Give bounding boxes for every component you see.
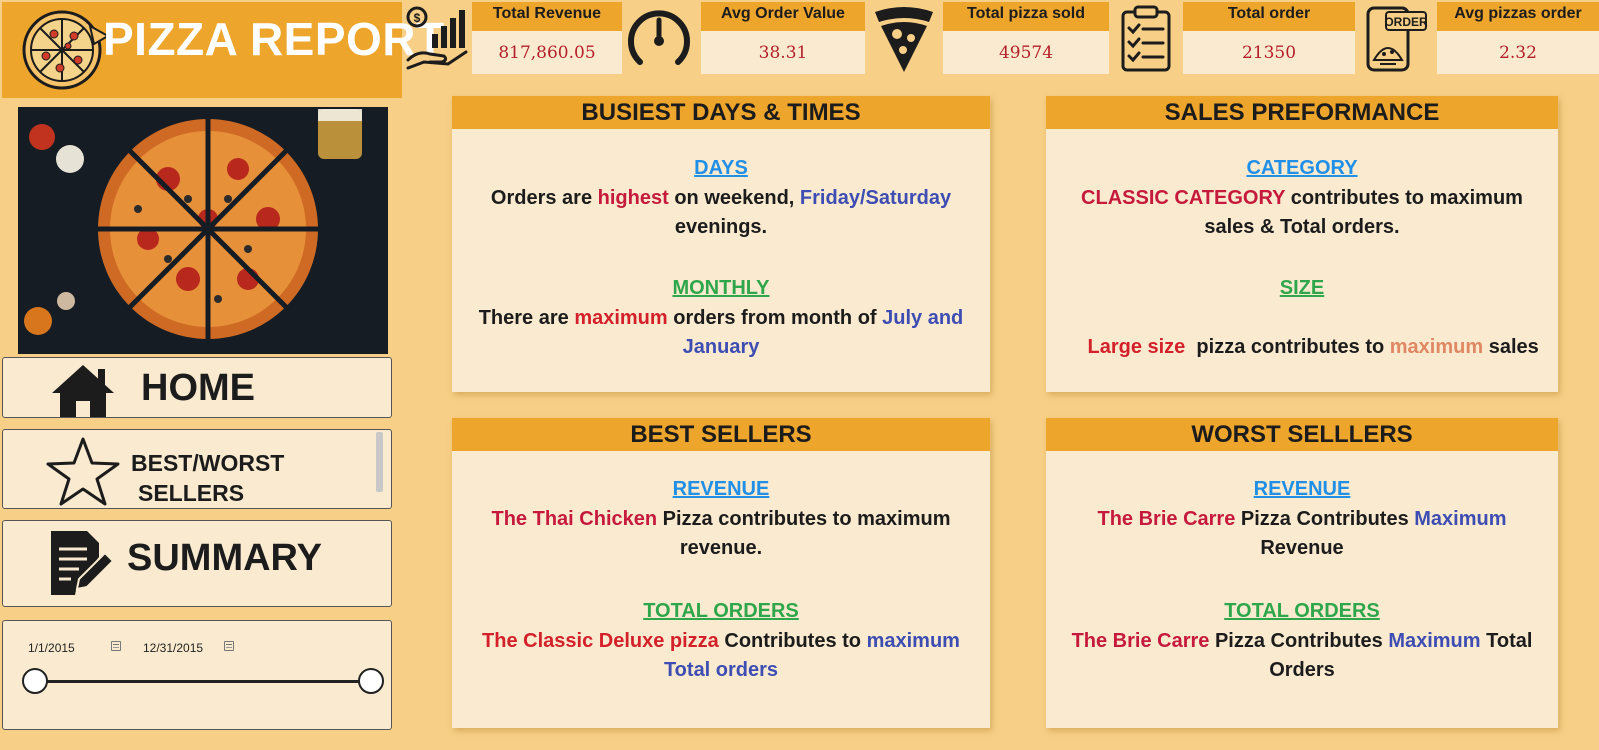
nav-summary-button[interactable]: SUMMARY xyxy=(2,520,392,607)
text-span: pizza contributes to xyxy=(1185,336,1390,358)
kpi-label: Total Revenue xyxy=(472,2,622,31)
pizza-slice-icon xyxy=(875,7,933,72)
highlight-span: The Brie Carre xyxy=(1097,508,1236,530)
slider-end-handle[interactable] xyxy=(358,668,384,694)
kpi-total-order: Total order 21350 xyxy=(1183,2,1355,74)
sales-performance-panel: SALES PREFORMANCE CATEGORY CLASSIC CATEG… xyxy=(1046,96,1558,392)
start-date-input[interactable]: 1/1/2015 xyxy=(28,641,75,655)
end-date-input[interactable]: 12/31/2015 xyxy=(143,641,203,655)
busiest-days-panel: BUSIEST DAYS & TIMES DAYS Orders are hig… xyxy=(452,96,990,392)
kpi-label: Avg pizzas order xyxy=(1437,2,1599,31)
highlight-span: Friday/Saturday xyxy=(799,187,952,209)
text-span: There are xyxy=(478,307,575,329)
kpi-label: Total order xyxy=(1183,2,1355,31)
text-span: Pizza Contributes xyxy=(1209,630,1389,652)
size-text: Large size pizza contributes to maximum … xyxy=(1054,304,1550,391)
phone-order-icon: ORDER xyxy=(1366,6,1428,72)
text-span: Contributes to xyxy=(718,630,867,652)
svg-text:ORDER: ORDER xyxy=(1384,15,1428,29)
text-span: on weekend, xyxy=(668,187,800,209)
home-icon xyxy=(52,365,114,417)
highlight-span: The Thai Chicken xyxy=(491,508,658,530)
nav-summary-label: SUMMARY xyxy=(127,537,322,579)
star-icon xyxy=(46,437,120,506)
best-sellers-panel: BEST SELLERS REVENUE The Thai Chicken Pi… xyxy=(452,418,990,728)
days-heading: DAYS xyxy=(694,157,748,179)
text-span: Revenue xyxy=(1260,537,1344,559)
kpi-avg-pizzas-order: Avg pizzas order 2.32 xyxy=(1437,2,1599,74)
slider-start-handle[interactable] xyxy=(22,668,48,694)
document-edit-icon xyxy=(51,531,115,595)
pizza-photo xyxy=(18,107,388,354)
panel-title: BUSIEST DAYS & TIMES xyxy=(452,96,990,129)
calendar-icon[interactable] xyxy=(111,641,121,651)
text-span: Pizza contributes to maximum revenue. xyxy=(657,508,951,559)
nav-home-label: HOME xyxy=(141,367,255,409)
panel-title: WORST SELLLERS xyxy=(1046,418,1558,451)
revenue-heading: REVENUE xyxy=(672,478,770,500)
best-orders-text: The Classic Deluxe pizza Contributes to … xyxy=(460,627,982,685)
text-span: Orders are xyxy=(490,187,598,209)
kpi-value: 817,860.05 xyxy=(498,43,596,63)
pizza-logo-icon xyxy=(22,10,111,90)
nav-best-worst-label-line2: SELLERS xyxy=(138,480,245,506)
nav-best-worst-label-line1: BEST/WORST xyxy=(131,450,285,476)
nav-home-button[interactable]: HOME xyxy=(2,357,392,418)
calendar-icon[interactable] xyxy=(224,641,234,651)
panel-title: BEST SELLERS xyxy=(452,418,990,451)
highlight-span: Large size xyxy=(1087,336,1186,358)
text-span: evenings. xyxy=(674,216,768,238)
nav-best-worst-button[interactable]: BEST/WORST SELLERS xyxy=(2,429,392,509)
svg-text:$: $ xyxy=(414,11,421,25)
kpi-label: Total pizza sold xyxy=(943,2,1109,31)
kpi-value: 38.31 xyxy=(758,43,808,63)
total-orders-heading: TOTAL ORDERS xyxy=(643,600,799,622)
highlight-span: maximum xyxy=(574,307,668,329)
highlight-span: Maximum xyxy=(1388,630,1481,652)
date-range-slicer: 1/1/2015 12/31/2015 xyxy=(2,620,392,730)
highlight-span: highest xyxy=(597,187,669,209)
worst-sellers-panel: WORST SELLLERS REVENUE The Brie Carre Pi… xyxy=(1046,418,1558,728)
days-text: Orders are highest on weekend, Friday/Sa… xyxy=(460,184,982,242)
category-text: CLASSIC CATEGORY contributes to maximum … xyxy=(1054,184,1550,242)
text-span: orders from month of xyxy=(667,307,883,329)
highlight-span: The Brie Carre xyxy=(1071,630,1210,652)
monthly-text: There are maximum orders from month of J… xyxy=(460,304,982,362)
highlight-span: CLASSIC CATEGORY xyxy=(1081,187,1286,209)
kpi-label: Avg Order Value xyxy=(701,2,865,31)
highlight-span: Maximum xyxy=(1414,508,1507,530)
kpi-value: 2.32 xyxy=(1499,43,1537,63)
worst-orders-text: The Brie Carre Pizza Contributes Maximum… xyxy=(1054,627,1550,685)
highlight-span: maximum xyxy=(1389,336,1484,358)
revenue-hand-icon: $ xyxy=(406,6,468,70)
clipboard-checklist-icon xyxy=(1121,5,1171,72)
nav-scrollbar[interactable] xyxy=(376,432,383,492)
date-slider-track[interactable] xyxy=(34,680,364,683)
kpi-avg-order-value: Avg Order Value 38.31 xyxy=(701,2,865,74)
panel-title: SALES PREFORMANCE xyxy=(1046,96,1558,129)
size-heading: SIZE xyxy=(1279,277,1325,299)
gauge-icon xyxy=(628,10,690,65)
kpi-value: 21350 xyxy=(1241,43,1297,63)
kpi-total-revenue: Total Revenue 817,860.05 xyxy=(472,2,622,74)
total-orders-heading: TOTAL ORDERS xyxy=(1224,600,1380,622)
worst-revenue-text: The Brie Carre Pizza Contributes Maximum… xyxy=(1054,505,1550,563)
kpi-total-pizza-sold: Total pizza sold 49574 xyxy=(943,2,1109,74)
text-span: sales xyxy=(1483,336,1539,358)
page-title: PIZZA REPORT xyxy=(103,13,445,65)
category-heading: CATEGORY xyxy=(1246,157,1358,179)
monthly-heading: MONTHLY xyxy=(672,277,770,299)
best-revenue-text: The Thai Chicken Pizza contributes to ma… xyxy=(460,505,982,563)
kpi-value: 49574 xyxy=(998,43,1054,63)
highlight-span: The Classic Deluxe pizza xyxy=(482,630,719,652)
text-span: Pizza Contributes xyxy=(1235,508,1415,530)
revenue-heading: REVENUE xyxy=(1253,478,1351,500)
